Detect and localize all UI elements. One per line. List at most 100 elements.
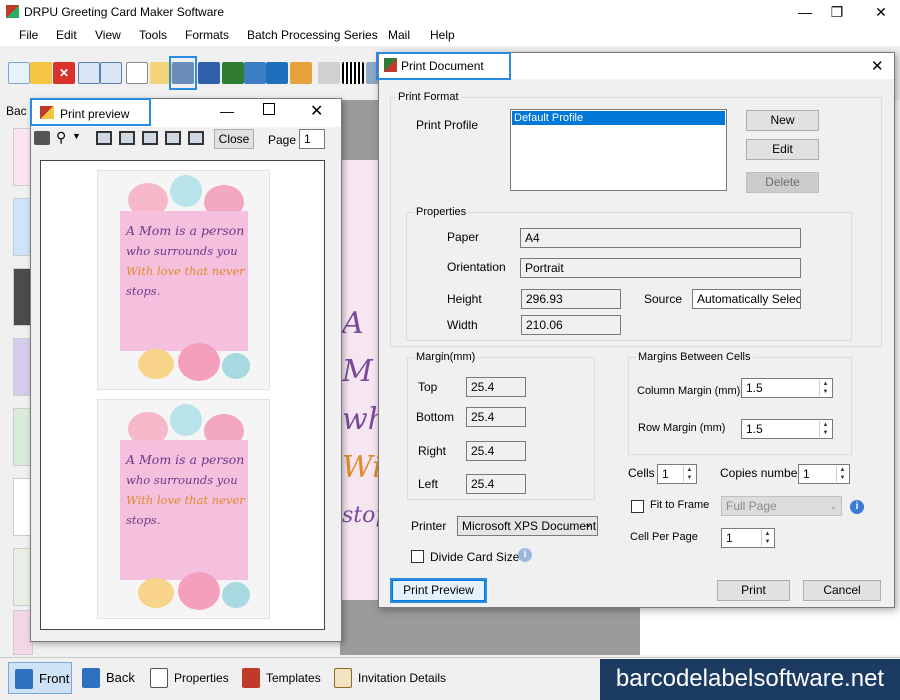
cells-input[interactable]: 1 ▲ ▼ [657,464,697,484]
page-number-input[interactable]: 1 [299,129,325,149]
divide-info-icon[interactable]: i [518,548,532,562]
invitation-icon [334,668,352,688]
row-margin-input[interactable]: 1.5 ▲ ▼ [741,419,833,439]
margin-label: Margin(mm) [414,351,478,363]
fit-to-frame-value: Full Page [726,499,777,513]
tab-invitation-label: Invitation Details [358,671,447,685]
pen-icon[interactable] [222,62,244,84]
close-file-icon[interactable]: ✕ [53,62,75,84]
tab-properties[interactable]: Properties [144,662,232,694]
text-icon[interactable] [318,62,340,84]
menu-edit[interactable]: Edit [56,28,77,42]
flower-decoration [170,175,202,207]
left-margin-field[interactable]: 25.4 [466,474,526,494]
close-window-icon[interactable]: ✕ [866,0,896,24]
draw-icon[interactable] [266,62,288,84]
minimize-icon[interactable]: — [790,0,820,24]
dialog-close-icon[interactable]: ✕ [871,57,884,75]
menu-help[interactable]: Help [430,28,455,42]
profile-list-item[interactable]: Default Profile [512,111,725,125]
four-pages-icon[interactable] [165,131,181,145]
menu-mail[interactable]: Mail [388,28,410,42]
open-icon[interactable] [30,62,52,84]
preview-close-icon[interactable]: ✕ [310,101,323,121]
top-margin-field[interactable]: 25.4 [466,377,526,397]
side-label: Bac [6,104,27,118]
print-button[interactable]: Print [717,580,790,601]
preview-title: Print preview [60,107,130,121]
fit-info-icon[interactable]: i [850,500,864,514]
zoom-icon[interactable]: ⚲ [56,129,66,146]
fit-to-frame-label: Fit to Frame [650,499,710,511]
source-field[interactable]: Automatically Select [692,289,801,309]
cancel-button[interactable]: Cancel [803,580,881,601]
app-title: DRPU Greeting Card Maker Software [24,5,225,19]
export-icon[interactable] [126,62,148,84]
preview-maximize-icon[interactable] [263,103,275,115]
cell-per-page-input[interactable]: 1 ▲ ▼ [721,528,775,548]
spinner-icon[interactable]: ▲ ▼ [683,466,695,482]
new-icon[interactable] [8,62,30,84]
save-icon[interactable] [78,62,100,84]
preview-card: A Mom is a person who surrounds you With… [97,170,270,390]
menu-batch-processing[interactable]: Batch Processing Series [247,28,378,42]
printer-label: Printer [411,519,447,533]
edit-profile-button[interactable]: Edit [746,139,819,160]
right-label: Right [418,444,447,458]
menu-tools[interactable]: Tools [139,28,167,42]
orientation-field[interactable]: Portrait [520,258,801,278]
spinner-icon[interactable]: ▲ ▼ [819,380,831,396]
three-pages-icon[interactable] [142,131,158,145]
tab-back-label: Back [106,670,135,685]
divide-card-checkbox[interactable] [411,550,424,563]
preview-close-button[interactable]: Close [214,129,254,149]
zoom-dropdown-icon[interactable]: ▼ [72,131,81,141]
paper-field[interactable]: A4 [520,228,801,248]
preview-minimize-icon[interactable]: — [220,103,234,119]
height-field[interactable]: 296.93 [521,289,621,309]
bottom-margin-field[interactable]: 25.4 [466,407,526,427]
fit-to-frame-select[interactable]: Full Page ⌄ [721,496,842,516]
tab-front[interactable]: Front [8,662,72,694]
tab-templates[interactable]: Templates [236,662,324,694]
spinner-icon[interactable]: ▲ ▼ [761,530,773,546]
spinner-icon[interactable]: ▲ ▼ [819,421,831,437]
column-margin-input[interactable]: 1.5 ▲ ▼ [741,378,833,398]
restore-icon[interactable]: ❐ [822,0,852,24]
print-preview-button[interactable]: Print Preview [392,580,485,601]
menu-view[interactable]: View [95,28,121,42]
menu-file[interactable]: File [19,28,38,42]
shape-icon[interactable] [290,62,312,84]
barcode-icon[interactable] [342,62,364,84]
top-label: Top [418,380,438,394]
print-icon[interactable] [172,62,194,84]
one-page-icon[interactable] [96,131,112,145]
fit-to-frame-checkbox[interactable] [631,500,644,513]
chevron-down-icon: ⌄ [829,501,837,511]
preview-print-icon[interactable] [34,131,50,145]
left-label: Left [418,477,439,491]
width-field[interactable]: 210.06 [521,315,621,335]
menu-formats[interactable]: Formats [185,28,229,42]
new-profile-button[interactable]: New [746,110,819,131]
preview-app-icon [40,106,54,119]
right-margin-field[interactable]: 25.4 [466,441,526,461]
spinner-icon[interactable]: ▲ ▼ [836,466,848,482]
layers-icon[interactable] [198,62,220,84]
tab-invitation-details[interactable]: Invitation Details [328,662,458,694]
card-message: A Mom is a person who surrounds you With… [126,221,246,301]
tab-back[interactable]: Back [76,662,140,694]
printer-select[interactable]: Microsoft XPS Document ⌄ [457,516,598,536]
dialog-title: Print Document [401,59,484,73]
image-icon[interactable] [244,62,266,84]
delete-profile-button[interactable]: Delete [746,172,819,193]
printer-value: Microsoft XPS Document [462,519,597,533]
flower-decoration [178,343,220,381]
column-margin-value: 1.5 [746,381,763,395]
paper-label: Paper [447,230,480,244]
save-as-icon[interactable] [100,62,122,84]
six-pages-icon[interactable] [188,131,204,145]
cells-label: Cells [628,466,655,480]
copies-input[interactable]: 1 ▲ ▼ [798,464,850,484]
two-pages-icon[interactable] [119,131,135,145]
